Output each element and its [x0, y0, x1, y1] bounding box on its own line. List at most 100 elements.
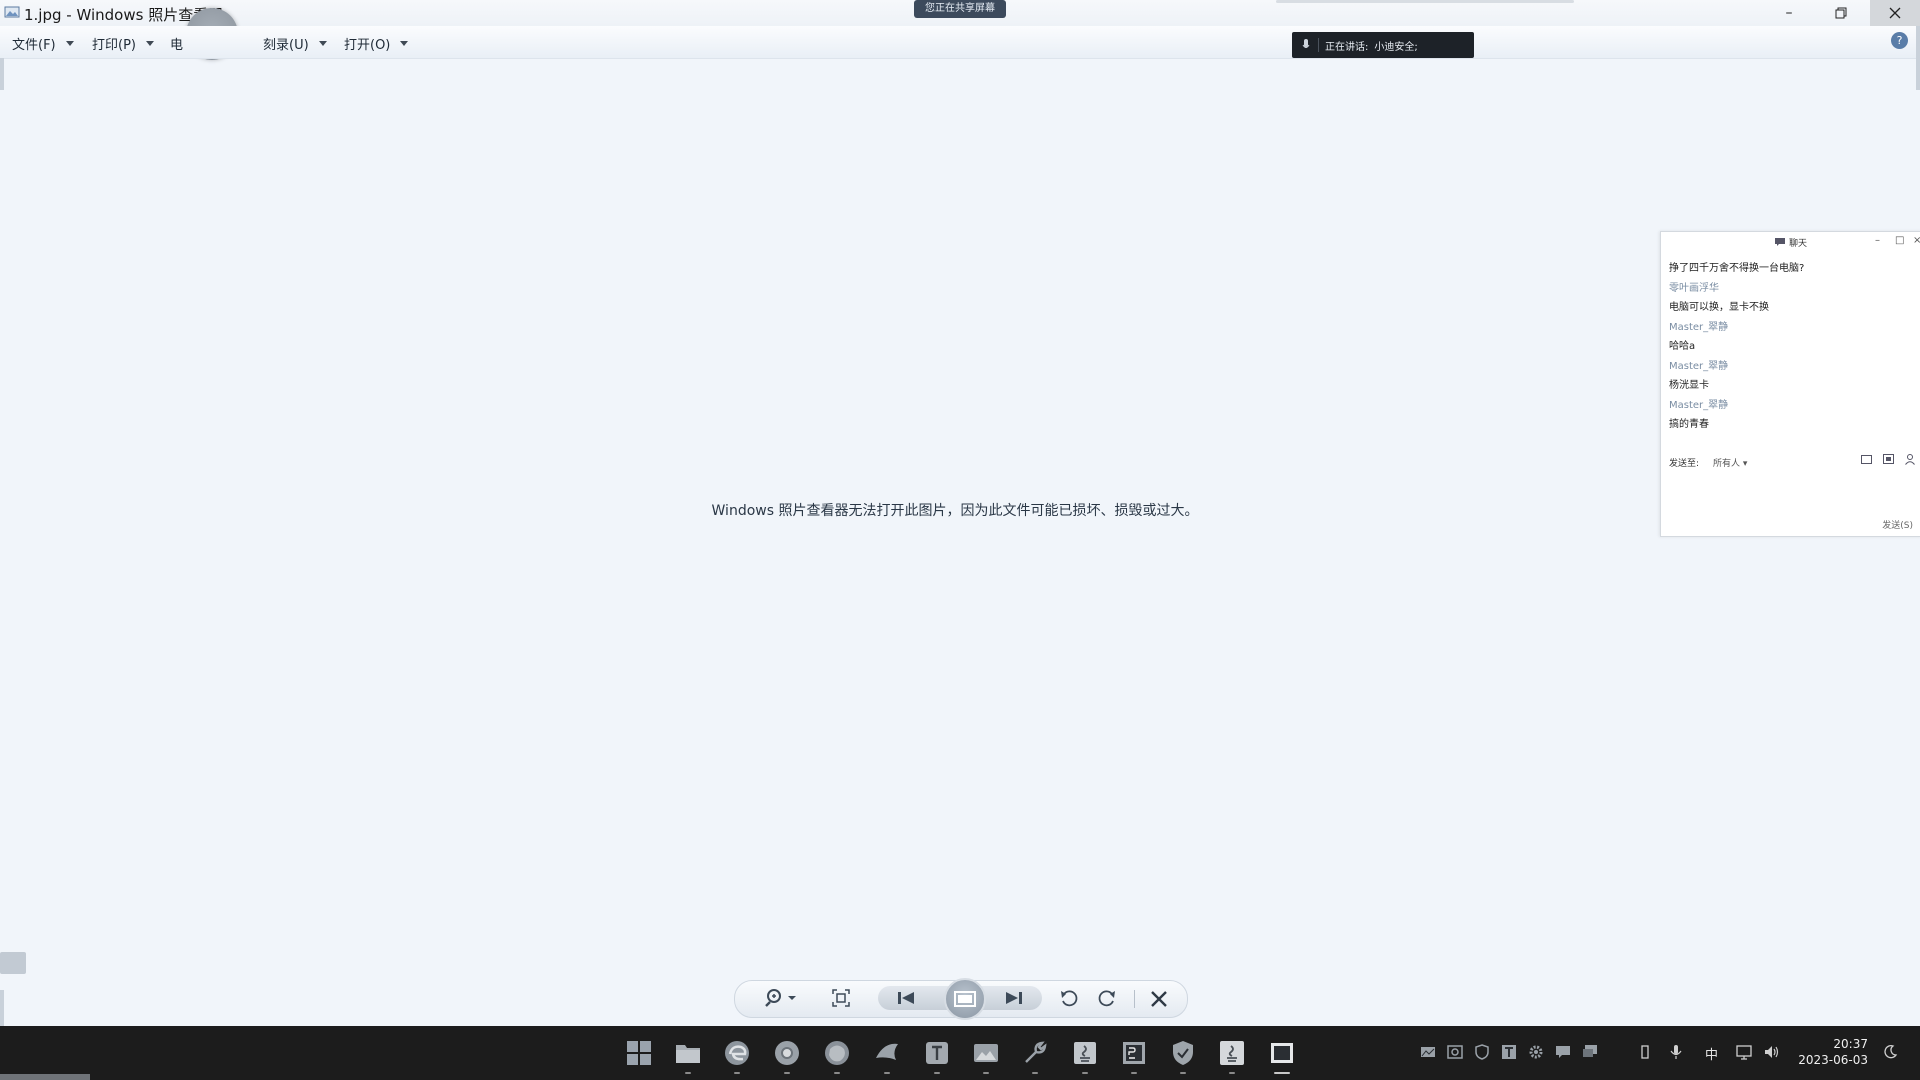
speaker-name: 小迪安全;: [1374, 41, 1418, 53]
java-app-icon[interactable]: [1072, 1040, 1098, 1066]
delete-icon[interactable]: [1150, 990, 1168, 1008]
side-panel-toggle[interactable]: [0, 952, 26, 974]
menu-burn[interactable]: 刻录(U): [263, 34, 327, 53]
chat-header: 聊天: [1661, 232, 1920, 252]
clock-date: 2023-06-03: [1798, 1053, 1868, 1067]
chat-message: 搞的青春: [1669, 419, 1709, 430]
running-indicator: [884, 1072, 890, 1074]
chat-title: 聊天: [1788, 238, 1807, 249]
running-indicator: [685, 1072, 691, 1074]
left-edge-handle-bottom: [0, 990, 4, 1026]
tray-typora-icon[interactable]: [1501, 1044, 1517, 1060]
menu-file-label: 文件(F): [12, 38, 56, 53]
microphone-tray-icon[interactable]: [1668, 1044, 1684, 1060]
restore-icon: [1835, 7, 1847, 19]
file-explorer-icon[interactable]: [675, 1040, 701, 1066]
app-wing-icon[interactable]: [874, 1040, 900, 1066]
chat-tools: [1861, 454, 1915, 465]
running-indicator: [983, 1072, 989, 1074]
next-icon[interactable]: [1004, 990, 1024, 1006]
usb-device-icon[interactable]: [1637, 1044, 1653, 1060]
tray-settings-icon[interactable]: [1528, 1044, 1544, 1060]
firefox-browser-icon[interactable]: [824, 1040, 850, 1066]
chevron-down-icon: [318, 41, 327, 46]
chat-message: 电脑可以换，显卡不换: [1669, 302, 1769, 313]
taskbar-left-indicator: [0, 1074, 90, 1080]
send-to-label: 发送至:: [1669, 459, 1700, 469]
close-icon: [1889, 7, 1901, 19]
photo-viewer-app-icon: [4, 6, 20, 18]
running-indicator: [734, 1072, 740, 1074]
running-indicator: [1180, 1072, 1186, 1074]
screenshot-icon[interactable]: [1883, 454, 1895, 465]
screen-sharing-notice[interactable]: 您正在共享屏幕: [914, 0, 1006, 18]
volume-icon[interactable]: [1764, 1044, 1780, 1060]
chat-message: 挣了四千万舍不得换一台电脑?: [1669, 263, 1805, 274]
input-method-indicator[interactable]: 中: [1705, 1044, 1718, 1063]
minimize-button[interactable]: –: [1766, 0, 1812, 26]
chrome-browser-icon[interactable]: [774, 1040, 800, 1066]
menu-email-label: 电: [170, 38, 184, 53]
pycharm-icon[interactable]: [1121, 1040, 1147, 1066]
speaking-indicator[interactable]: 正在讲话: 小迪安全;: [1292, 32, 1474, 58]
running-indicator: [1032, 1072, 1038, 1074]
running-indicator: [1229, 1072, 1235, 1074]
running-indicator: [934, 1072, 940, 1074]
speaking-label: 正在讲话:: [1325, 41, 1369, 53]
menu-burn-label: 刻录(U): [263, 38, 309, 53]
close-window-button[interactable]: [1870, 0, 1920, 26]
tray-image-icon[interactable]: [1420, 1044, 1436, 1060]
error-message: Windows 照片查看器无法打开此图片，因为此文件可能已损坏、损毁或过大。: [711, 503, 1199, 519]
tray-screenshot-icon[interactable]: [1447, 1044, 1463, 1060]
send-button[interactable]: 发送(S): [1882, 518, 1913, 531]
menu-open[interactable]: 打开(O): [344, 34, 409, 53]
rotate-counterclockwise-icon[interactable]: [1060, 988, 1078, 1008]
java-app-icon-2[interactable]: [1219, 1040, 1245, 1066]
right-edge-handle: [1916, 26, 1920, 90]
clock-time: 20:37: [1833, 1037, 1868, 1051]
file-icon[interactable]: [1861, 454, 1873, 465]
recipient-dropdown[interactable]: 所有人 ▾: [1713, 456, 1747, 469]
chat-sender: Master_翠静: [1669, 361, 1729, 372]
running-indicator: [1131, 1072, 1137, 1074]
user-icon[interactable]: [1905, 454, 1915, 465]
previous-icon[interactable]: [896, 990, 916, 1006]
chat-panel: 聊天 – □ × 挣了四千万舍不得换一台电脑? 零叶画浮华 电脑可以换，显卡不换…: [1660, 231, 1920, 537]
chat-maximize-button[interactable]: □: [1895, 235, 1904, 246]
active-indicator: [1274, 1072, 1290, 1074]
edge-browser-icon[interactable]: [724, 1040, 750, 1066]
taskbar: [0, 1026, 1920, 1080]
network-icon[interactable]: [1736, 1044, 1752, 1060]
tool-app-icon[interactable]: [1022, 1040, 1048, 1066]
chat-minimize-button[interactable]: –: [1875, 235, 1880, 246]
help-icon[interactable]: ?: [1891, 32, 1908, 49]
chat-sender: Master_翠静: [1669, 400, 1729, 411]
toolbar-divider: [1134, 990, 1135, 1008]
zoom-icon[interactable]: [764, 988, 798, 1008]
clock[interactable]: 20:37 2023-06-03: [1788, 1036, 1868, 1068]
microphone-icon: [1302, 39, 1310, 48]
typora-icon[interactable]: [924, 1040, 950, 1066]
actual-size-icon[interactable]: [832, 989, 850, 1007]
tray-chat-icon[interactable]: [1555, 1044, 1571, 1060]
security-shield-icon[interactable]: [1170, 1040, 1196, 1066]
menu-file[interactable]: 文件(F): [12, 34, 74, 53]
chevron-down-icon: [65, 41, 74, 46]
rotate-clockwise-icon[interactable]: [1098, 988, 1116, 1008]
slideshow-button[interactable]: [944, 978, 986, 1020]
tray-shield-icon[interactable]: [1474, 1044, 1490, 1060]
chevron-down-icon: [400, 41, 409, 46]
image-app-icon[interactable]: [973, 1040, 999, 1066]
chat-close-button[interactable]: ×: [1913, 235, 1920, 246]
restore-button[interactable]: [1818, 0, 1864, 26]
notification-moon-icon[interactable]: [1882, 1044, 1898, 1060]
chevron-down-icon: [145, 41, 154, 46]
menu-email[interactable]: 电: [170, 34, 183, 53]
menu-print-label: 打印(P): [92, 38, 136, 53]
chat-sender: Master_翠静: [1669, 322, 1729, 333]
left-edge-handle: [0, 58, 4, 90]
photo-viewer-taskbar-icon[interactable]: [1269, 1040, 1295, 1066]
tray-display-icon[interactable]: [1582, 1044, 1598, 1060]
start-menu-icon[interactable]: [626, 1040, 652, 1066]
menu-print[interactable]: 打印(P): [92, 34, 154, 53]
